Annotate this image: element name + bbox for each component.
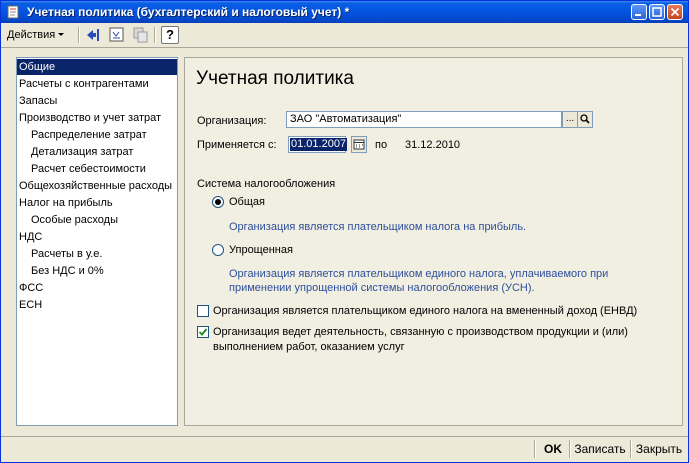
tree-item[interactable]: ФСС [19,280,43,296]
radio-simplified[interactable] [212,244,224,256]
tree-item[interactable]: Детализация затрат [31,144,133,160]
ellipsis-icon: ... [565,113,575,124]
button-separator [569,440,571,458]
calendar-button[interactable] [351,136,367,153]
back-to-list-button[interactable] [84,26,102,44]
help-button[interactable]: ? [161,26,179,44]
chevron-down-icon [58,33,65,36]
ok-button[interactable]: OK [539,438,567,460]
calendar-icon [353,139,365,150]
tree-item[interactable]: Общие [17,59,177,75]
close-window-button[interactable] [667,4,683,20]
radio-general-label[interactable]: Общая [229,196,265,208]
actions-label: Действия [7,29,56,41]
search-icon [580,114,590,124]
maximize-icon [652,7,662,17]
sections-tree[interactable]: Общие Расчеты с контрагентами Запасы Произв… [16,57,178,426]
organization-open-button[interactable] [577,111,593,128]
tree-item[interactable]: НДС [19,229,42,245]
toolbar: Действия ? [1,23,688,48]
tree-item[interactable]: Расчет себестоимости [31,161,146,177]
organization-label: Организация: [197,115,267,127]
tree-item[interactable]: Распределение затрат [31,127,147,143]
tax-system-label: Система налогообложения [197,178,336,190]
minimize-icon [635,14,641,16]
button-separator [630,440,632,458]
title-bar[interactable]: Учетная политика (бухгалтерский и налого… [1,1,688,23]
actions-menu[interactable]: Действия [7,27,65,43]
tree-item[interactable]: Особые расходы [31,212,118,228]
page-title: Учетная политика [196,68,354,89]
radio-simplified-label[interactable]: Упрощенная [229,244,293,256]
minimize-button[interactable] [631,4,647,20]
envd-checkbox[interactable] [197,305,209,317]
applies-from-label: Применяется с: [197,139,277,151]
tree-item[interactable]: Налог на прибыль [19,195,113,211]
to-date: 31.12.2010 [405,139,461,151]
copy-icon [133,27,148,43]
structure-button[interactable] [108,26,126,44]
button-separator [534,440,536,458]
tree-item[interactable]: Расчеты в у.е. [31,246,102,262]
close-icon [670,7,680,17]
button-bar: OK Записать Закрыть [1,436,688,462]
radio-general[interactable] [212,196,224,208]
checkmark-icon [198,328,208,336]
window-title: Учетная политика (бухгалтерский и налого… [27,5,350,19]
organization-field[interactable]: ЗАО "Автоматизация" [286,111,562,128]
maximize-button[interactable] [649,4,665,20]
tree-item[interactable]: Расчеты с контрагентами [19,76,149,92]
simplified-note-line1: Организация является плательщиком единог… [229,268,609,280]
tree-item[interactable]: Запасы [19,93,57,109]
organization-select-button[interactable]: ... [562,111,578,128]
applies-from-value: 01.01.2007 [290,138,348,151]
tree-item[interactable]: ЕСН [19,297,42,313]
simplified-note-line2: применении упрощенной системы налогообло… [229,282,535,294]
tree-item[interactable]: Общехозяйственные расходы [19,178,172,194]
toolbar-separator [78,27,80,43]
structure-icon [109,27,124,42]
production-label-line1[interactable]: Организация ведет деятельность, связанну… [213,326,628,338]
document-icon [7,5,19,19]
production-label-line2[interactable]: выполнением работ, оказанием услуг [213,341,405,353]
window: Учетная политика (бухгалтерский и налого… [0,0,689,463]
envd-label[interactable]: Организация является плательщиком единог… [213,305,637,317]
applies-from-input[interactable]: 01.01.2007 [288,136,348,153]
to-label: по [375,139,388,151]
arrow-left-icon [87,29,99,41]
copy-button[interactable] [132,26,150,44]
save-button[interactable]: Записать [572,438,628,460]
tree-item[interactable]: Производство и учет затрат [19,110,161,126]
production-checkbox[interactable] [197,326,209,338]
tree-item[interactable]: Без НДС и 0% [31,263,104,279]
general-note: Организация является плательщиком налога… [229,221,527,233]
radio-dot [215,199,221,205]
toolbar-separator [154,27,156,43]
help-icon: ? [166,27,174,42]
close-button[interactable]: Закрыть [633,438,685,460]
